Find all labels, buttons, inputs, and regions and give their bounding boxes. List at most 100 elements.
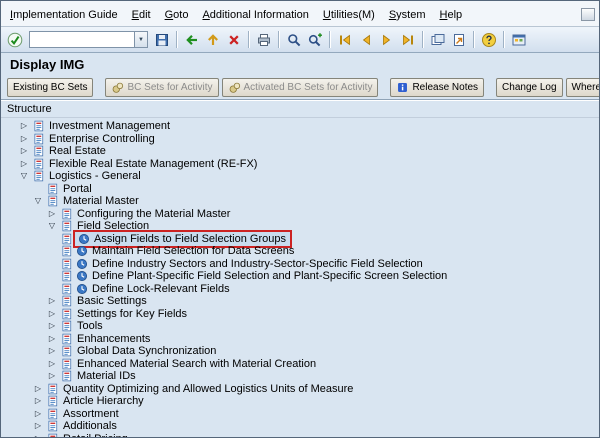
img-activity-icon[interactable]: [74, 245, 89, 257]
save-icon[interactable]: [152, 30, 172, 50]
expand-icon[interactable]: ▷: [45, 360, 59, 368]
expand-icon[interactable]: ▷: [31, 410, 45, 418]
tree-item[interactable]: ▷Retail Pricing: [1, 433, 599, 438]
collapse-icon[interactable]: ▽: [45, 222, 59, 230]
expand-icon[interactable]: ▷: [17, 147, 31, 155]
tree-item[interactable]: Assign Fields to Field Selection Groups: [1, 233, 599, 246]
menu-item-system[interactable]: System: [382, 7, 433, 23]
expand-icon[interactable]: ▷: [45, 310, 59, 318]
expand-icon[interactable]: ▷: [45, 210, 59, 218]
tree-item[interactable]: ▷ Investment Management: [1, 120, 599, 133]
previous-page-icon[interactable]: [356, 30, 376, 50]
tree-item-label: Additionals: [60, 420, 120, 432]
tree-item[interactable]: Define Lock-Relevant Fields: [1, 283, 599, 296]
document-icon: [31, 145, 46, 157]
existing-bc-sets-button[interactable]: Existing BC Sets: [7, 78, 93, 97]
sap-window: Implementation GuideEditGotoAdditional I…: [0, 0, 600, 438]
tree-item-label: Real Estate: [46, 145, 109, 157]
tree-item-label: Configuring the Material Master: [74, 208, 233, 220]
expand-icon[interactable]: ▷: [17, 160, 31, 168]
toolbar-separator: [422, 31, 424, 48]
tree-item-label: Tools: [74, 320, 106, 332]
first-page-icon[interactable]: [335, 30, 355, 50]
bc-sets-for-activity-label: BC Sets for Activity: [127, 82, 212, 93]
help-icon[interactable]: [479, 30, 499, 50]
img-activity-icon[interactable]: [76, 233, 91, 245]
tree-item[interactable]: ▷ Settings for Key Fields: [1, 308, 599, 321]
menu-item-help[interactable]: Help: [433, 7, 470, 23]
tree-item[interactable]: ▷ Basic Settings: [1, 295, 599, 308]
expand-icon[interactable]: ▷: [45, 347, 59, 355]
find-icon[interactable]: [284, 30, 304, 50]
img-activity-icon[interactable]: [74, 258, 89, 270]
enter-icon[interactable]: [5, 30, 25, 50]
tree-item[interactable]: ▷Enhancements: [1, 333, 599, 346]
tree-item[interactable]: ▷Global Data Synchronization: [1, 345, 599, 358]
change-log-button[interactable]: Change Log: [496, 78, 563, 97]
menu-item-edit[interactable]: Edit: [125, 7, 158, 23]
window-menu-button[interactable]: [581, 8, 595, 21]
expand-icon[interactable]: ▷: [31, 435, 45, 437]
tree-item-label: Settings for Key Fields: [74, 308, 190, 320]
expand-icon[interactable]: ▷: [17, 122, 31, 130]
expand-icon[interactable]: ▷: [31, 422, 45, 430]
release-notes-button[interactable]: Release Notes: [390, 78, 484, 97]
tree-item[interactable]: Define Industry Sectors and Industry-Sec…: [1, 258, 599, 271]
menu-item-goto[interactable]: Goto: [158, 7, 196, 23]
tree-item-label: Define Plant-Specific Field Selection an…: [89, 270, 450, 282]
document-icon: [59, 370, 74, 382]
command-field-dropdown-icon[interactable]: ▼: [135, 31, 148, 48]
toolbar-separator: [503, 31, 505, 48]
tree-item[interactable]: ▷ Additionals: [1, 420, 599, 433]
expand-icon[interactable]: ▷: [31, 397, 45, 405]
tree-item[interactable]: ▷ Tools: [1, 320, 599, 333]
last-page-icon[interactable]: [398, 30, 418, 50]
command-field[interactable]: [29, 31, 135, 48]
tree-item[interactable]: ▷Enterprise Controlling: [1, 133, 599, 146]
tree-item[interactable]: ▷ Configuring the Material Master: [1, 208, 599, 221]
print-icon[interactable]: [254, 30, 274, 50]
expand-icon[interactable]: ▷: [17, 135, 31, 143]
exit-icon[interactable]: [203, 30, 223, 50]
tree-item[interactable]: Define Plant-Specific Field Selection an…: [1, 270, 599, 283]
collapse-icon[interactable]: ▽: [31, 197, 45, 205]
img-activity-icon[interactable]: [74, 283, 89, 295]
expand-icon[interactable]: ▷: [45, 335, 59, 343]
tree-item[interactable]: ▷Material IDs: [1, 370, 599, 383]
tree-item[interactable]: ▷Assortment: [1, 408, 599, 421]
find-next-icon[interactable]: [305, 30, 325, 50]
expand-icon[interactable]: ▷: [45, 297, 59, 305]
menu-item-utilities-m[interactable]: Utilities(M): [316, 7, 382, 23]
img-activity-icon[interactable]: [74, 270, 89, 282]
tree-item-label: Investment Management: [46, 120, 173, 132]
tree-item[interactable]: ▷Quantity Optimizing and Allowed Logisti…: [1, 383, 599, 396]
page-title: Display IMG: [10, 57, 84, 72]
tree-item[interactable]: ▷Flexible Real Estate Management (RE-FX): [1, 158, 599, 171]
customize-layout-icon[interactable]: [509, 30, 529, 50]
expand-icon[interactable]: ▷: [45, 372, 59, 380]
tree-item[interactable]: ▷Article Hierarchy: [1, 395, 599, 408]
tree-item[interactable]: ▷Enhanced Material Search with Material …: [1, 358, 599, 371]
collapse-icon[interactable]: ▽: [17, 172, 31, 180]
tree-item[interactable]: ▽Material Master: [1, 195, 599, 208]
title-bar: Display IMG: [1, 53, 599, 75]
back-icon[interactable]: [182, 30, 202, 50]
document-icon: [45, 433, 60, 437]
cancel-icon[interactable]: [224, 30, 244, 50]
tree-item[interactable]: ▷ Real Estate: [1, 145, 599, 158]
expand-icon[interactable]: ▷: [31, 385, 45, 393]
menu-item-implementation-guide[interactable]: Implementation Guide: [3, 7, 125, 23]
create-shortcut-icon[interactable]: [449, 30, 469, 50]
menu-item-additional-information[interactable]: Additional Information: [195, 7, 315, 23]
where-else-used-button[interactable]: Where Else Used: [566, 78, 600, 97]
next-page-icon[interactable]: [377, 30, 397, 50]
tree-item[interactable]: ▽Logistics - General: [1, 170, 599, 183]
new-session-icon[interactable]: [428, 30, 448, 50]
document-icon: [45, 383, 60, 395]
expand-icon[interactable]: ▷: [45, 322, 59, 330]
document-icon: [59, 345, 74, 357]
tree-item-label: Basic Settings: [74, 295, 150, 307]
tree-item[interactable]: Maintain Field Selection for Data Screen…: [1, 245, 599, 258]
tree-item[interactable]: Portal: [1, 183, 599, 196]
document-icon: [59, 258, 74, 270]
